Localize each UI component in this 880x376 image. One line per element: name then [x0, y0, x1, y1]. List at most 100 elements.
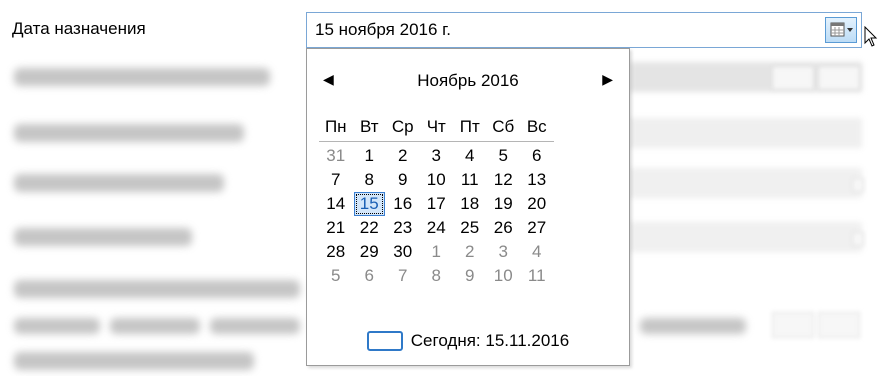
calendar-day[interactable]: 13 [520, 168, 554, 192]
calendar-day-number: 11 [460, 170, 479, 189]
calendar-day[interactable]: 11 [453, 168, 487, 192]
calendar-day[interactable]: 16 [386, 192, 420, 216]
calendar-day-number: 31 [326, 146, 346, 165]
calendar-day-number: 6 [532, 146, 542, 165]
calendar-day[interactable]: 18 [453, 192, 487, 216]
calendar-day[interactable]: 8 [420, 264, 454, 288]
calendar-day[interactable]: 4 [520, 240, 554, 264]
calendar-month-title[interactable]: Ноябрь 2016 [307, 71, 629, 91]
blurred-label-1 [14, 68, 270, 86]
calendar-day-number: 24 [426, 218, 446, 237]
calendar-day[interactable]: 1 [420, 240, 454, 264]
calendar-day[interactable]: 21 [319, 216, 353, 240]
date-label: Дата назначения [12, 19, 146, 38]
calendar-day-number: 14 [326, 194, 346, 213]
next-month-icon[interactable]: ▶ [602, 71, 613, 88]
today-label[interactable]: Сегодня: 15.11.2016 [411, 331, 569, 351]
calendar-day-number: 5 [331, 266, 341, 285]
calendar-day-number: 1 [364, 146, 374, 165]
calendar-week-row: 14 15 16 17 18 19 20 [319, 192, 554, 216]
calendar-day-number: 26 [493, 218, 513, 237]
calendar-day-number: 9 [465, 266, 475, 285]
calendar-day[interactable]: 2 [453, 240, 487, 264]
calendar-day[interactable]: 5 [319, 264, 353, 288]
calendar-day[interactable]: 4 [453, 144, 487, 168]
calendar-day[interactable]: 2 [386, 144, 420, 168]
blurred-label-4 [14, 228, 192, 246]
calendar-popup[interactable]: ◀ Ноябрь 2016 ▶ Пн Вт Ср Чт Пт Сб Вс 31 1 2 3 4 5 6 7… [306, 48, 630, 366]
calendar-weeks: 31 1 2 3 4 5 6 7 8 9 10 11 12 13 14 15 16 17 18 19 20 21 22 23 2… [319, 144, 554, 288]
calendar-day[interactable]: 19 [487, 192, 521, 216]
calendar-day[interactable]: 28 [319, 240, 353, 264]
calendar-day[interactable]: 24 [420, 216, 454, 240]
calendar-day[interactable]: 7 [386, 264, 420, 288]
calendar-day[interactable]: 14 [319, 192, 353, 216]
calendar-day[interactable]: 22 [353, 216, 387, 240]
blurred-label-2 [14, 124, 244, 142]
calendar-day[interactable]: 20 [520, 192, 554, 216]
blurred-check-3 [852, 178, 864, 192]
weekday-label: Пн [324, 117, 347, 136]
blurred-button-4 [818, 312, 860, 338]
blurred-text-6b [110, 318, 200, 334]
blurred-field-4 [630, 222, 862, 252]
calendar-day-number: 25 [460, 218, 480, 237]
calendar-day[interactable]: 23 [386, 216, 420, 240]
calendar-day-number: 10 [493, 266, 513, 285]
calendar-day[interactable]: 6 [520, 144, 554, 168]
today-link[interactable]: Сегодня: 15.11.2016 [307, 331, 629, 351]
calendar-week-row: 28 29 30 1 2 3 4 [319, 240, 554, 264]
calendar-day-number: 23 [393, 218, 413, 237]
blurred-button-1 [772, 66, 814, 90]
calendar-day[interactable]: 3 [420, 144, 454, 168]
calendar-day[interactable]: 27 [520, 216, 554, 240]
calendar-day-number: 4 [532, 242, 542, 261]
calendar-day[interactable]: 26 [487, 216, 521, 240]
calendar-day[interactable]: 31 [319, 144, 353, 168]
weekday-label: Вт [359, 117, 379, 136]
calendar-day-number: 28 [326, 242, 346, 261]
calendar-day-number: 10 [426, 170, 446, 189]
weekday-header: Пн Вт Ср Чт Пт Сб Вс [319, 115, 554, 142]
calendar-day-number: 17 [426, 194, 446, 213]
calendar-day[interactable]: 30 [386, 240, 420, 264]
date-field[interactable]: 15 ноября 2016 г. [306, 12, 862, 48]
calendar-dropdown-button[interactable] [825, 17, 857, 43]
blurred-button-3 [772, 312, 814, 338]
calendar-day[interactable]: 1 [353, 144, 387, 168]
calendar-day-number: 3 [498, 242, 508, 261]
calendar-grid: Пн Вт Ср Чт Пт Сб Вс 31 1 2 3 4 5 6 7 8 9 10 11 12 13 14 15 16… [319, 115, 554, 288]
calendar-day[interactable]: 3 [487, 240, 521, 264]
calendar-week-row: 5 6 7 8 9 10 11 [319, 264, 554, 288]
weekday-label: Пт [459, 117, 480, 136]
calendar-week-row: 31 1 2 3 4 5 6 [319, 144, 554, 168]
weekday-label: Сб [492, 117, 515, 136]
blurred-check-4 [852, 232, 864, 246]
date-field-value[interactable]: 15 ноября 2016 г. [315, 20, 451, 40]
calendar-day-number: 8 [364, 170, 374, 189]
calendar-day[interactable]: 12 [487, 168, 521, 192]
calendar-day-number: 19 [493, 194, 513, 213]
calendar-day-number: 13 [527, 170, 547, 189]
calendar-day-number: 1 [431, 242, 441, 261]
calendar-day[interactable]: 5 [487, 144, 521, 168]
calendar-day-number: 2 [465, 242, 475, 261]
calendar-day[interactable]: 25 [453, 216, 487, 240]
today-marker-icon [366, 331, 403, 351]
calendar-day[interactable]: 6 [353, 264, 387, 288]
calendar-day[interactable]: 9 [453, 264, 487, 288]
calendar-day-number: 27 [527, 218, 547, 237]
blurred-label-3 [14, 174, 224, 192]
calendar-day[interactable]: 10 [420, 168, 454, 192]
calendar-day[interactable]: 9 [386, 168, 420, 192]
calendar-day[interactable]: 11 [520, 264, 554, 288]
calendar-day[interactable]: 10 [487, 264, 521, 288]
calendar-day[interactable]: 8 [353, 168, 387, 192]
calendar-day[interactable]: 29 [353, 240, 387, 264]
calendar-icon [830, 22, 853, 37]
calendar-day-number: 29 [359, 242, 379, 261]
blurred-field-2 [630, 118, 862, 148]
calendar-day-selected[interactable]: 15 [353, 192, 387, 216]
calendar-day[interactable]: 17 [420, 192, 454, 216]
calendar-day[interactable]: 7 [319, 168, 353, 192]
